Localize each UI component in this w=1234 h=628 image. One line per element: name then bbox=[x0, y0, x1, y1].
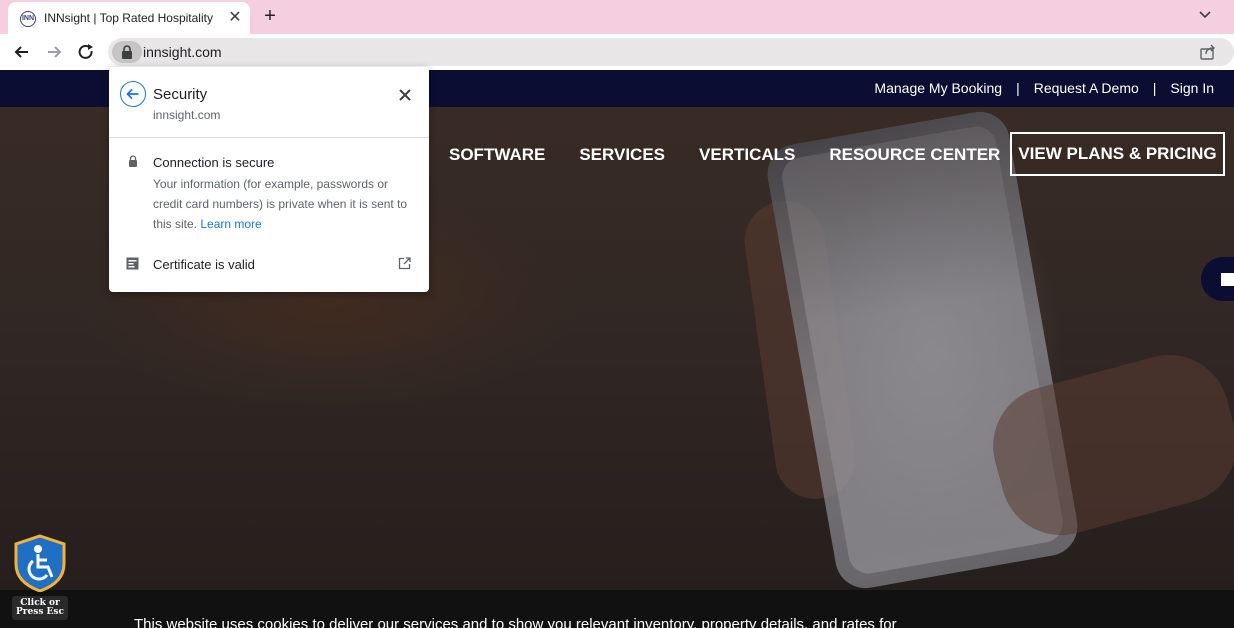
tab-search-icon[interactable] bbox=[1196, 6, 1214, 24]
address-bar[interactable]: innsight.com bbox=[108, 38, 1234, 66]
topbar-links: Manage My Booking | Request A Demo | Sign In bbox=[874, 80, 1214, 96]
request-demo-link[interactable]: Request A Demo bbox=[1034, 80, 1139, 96]
back-arrow-icon[interactable] bbox=[120, 81, 146, 107]
cookie-banner: This website uses cookies to deliver our… bbox=[0, 590, 1234, 628]
browser-tab[interactable]: INN INNsight | Top Rated Hospitality ✕ bbox=[8, 2, 250, 34]
security-popup: Security innsight.com Connection is secu… bbox=[109, 67, 429, 292]
tab-close-icon[interactable]: ✕ bbox=[226, 9, 244, 27]
connection-description-text: Your information (for example, passwords… bbox=[153, 177, 408, 231]
accessibility-label-line2: Press Esc bbox=[16, 607, 64, 617]
side-widget-icon bbox=[1221, 273, 1234, 286]
topbar-separator: | bbox=[1152, 80, 1157, 96]
manage-booking-link[interactable]: Manage My Booking bbox=[874, 80, 1002, 96]
main-nav: SOFTWARE SERVICES VERTICALS RESOURCE CENTER bbox=[449, 145, 1034, 165]
certificate-valid-item[interactable]: Certificate is valid bbox=[153, 257, 255, 272]
site-info-button[interactable] bbox=[112, 41, 142, 63]
certificate-icon bbox=[126, 257, 139, 270]
reload-icon[interactable] bbox=[76, 42, 96, 62]
external-link-icon[interactable] bbox=[398, 257, 411, 270]
connection-description: Your information (for example, passwords… bbox=[153, 174, 415, 234]
popup-title: Security bbox=[153, 86, 208, 103]
close-icon[interactable] bbox=[396, 86, 414, 104]
connection-secure-title: Connection is secure bbox=[153, 155, 275, 170]
tab-title: INNsight | Top Rated Hospitality bbox=[44, 11, 213, 25]
cookie-message: This website uses cookies to deliver our… bbox=[134, 616, 897, 628]
side-widget-tab[interactable] bbox=[1201, 257, 1234, 301]
nav-verticals[interactable]: VERTICALS bbox=[699, 145, 795, 164]
share-icon[interactable] bbox=[1199, 43, 1217, 61]
popup-divider bbox=[109, 137, 429, 138]
topbar-separator: | bbox=[1016, 80, 1020, 96]
accessibility-label[interactable]: Click or Press Esc bbox=[12, 596, 68, 620]
view-plans-pricing-button[interactable]: VIEW PLANS & PRICING bbox=[1010, 132, 1225, 176]
sign-in-link[interactable]: Sign In bbox=[1170, 80, 1214, 96]
learn-more-link[interactable]: Learn more bbox=[200, 217, 261, 231]
nav-software[interactable]: SOFTWARE bbox=[449, 145, 545, 164]
new-tab-button[interactable]: + bbox=[259, 5, 281, 27]
back-arrow-icon[interactable] bbox=[12, 42, 32, 62]
browser-toolbar: innsight.com bbox=[0, 34, 1234, 70]
popup-host: innsight.com bbox=[153, 108, 221, 122]
tab-strip: INN INNsight | Top Rated Hospitality ✕ + bbox=[0, 0, 1234, 34]
forward-arrow-icon[interactable] bbox=[44, 42, 64, 62]
site-favicon-icon: INN bbox=[20, 11, 36, 27]
lock-icon bbox=[129, 155, 137, 167]
accessibility-icon[interactable] bbox=[14, 534, 66, 592]
url-text: innsight.com bbox=[143, 44, 222, 60]
lock-icon bbox=[122, 45, 132, 59]
nav-resource-center[interactable]: RESOURCE CENTER bbox=[829, 145, 1000, 164]
nav-services[interactable]: SERVICES bbox=[579, 145, 665, 164]
